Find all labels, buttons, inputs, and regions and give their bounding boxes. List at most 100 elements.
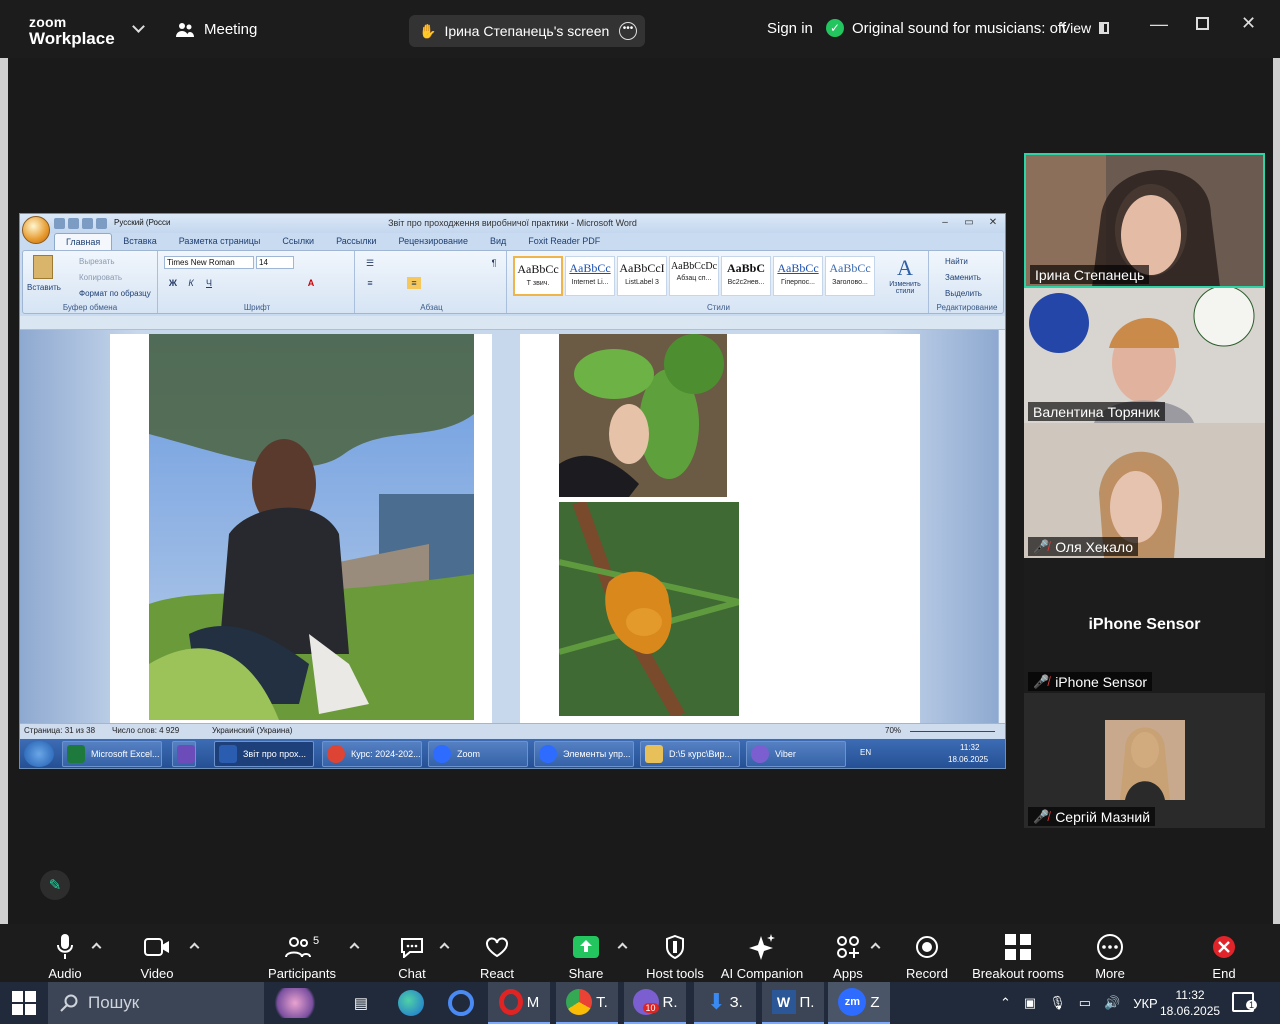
- remote-task-vs[interactable]: [172, 741, 196, 767]
- video-tile-serhii[interactable]: 🎤̸ Сергій Мазний: [1024, 693, 1265, 828]
- print-icon[interactable]: [96, 218, 107, 229]
- close-icon[interactable]: ✕: [1241, 13, 1256, 34]
- remote-task-elements[interactable]: Элементы упр...: [534, 741, 634, 767]
- taskbar-chrome[interactable]: T.: [556, 982, 618, 1024]
- remote-task-viber[interactable]: Viber: [746, 741, 846, 767]
- remote-task-folder[interactable]: D:\5 курс\Вир...: [640, 741, 740, 767]
- bullets-button[interactable]: ☰: [363, 257, 377, 269]
- font-size-combo[interactable]: 14: [256, 256, 294, 269]
- chevron-down-icon[interactable]: [132, 20, 145, 33]
- taskbar-viber[interactable]: 10 R.: [624, 982, 686, 1024]
- participants-options-caret[interactable]: [349, 942, 360, 953]
- horizontal-ruler[interactable]: [20, 316, 1005, 330]
- select-button[interactable]: Выделить: [945, 289, 982, 298]
- video-tile-iphone-sensor[interactable]: iPhone Sensor 🎤̸ iPhone Sensor: [1024, 558, 1265, 693]
- save-icon[interactable]: [54, 218, 65, 229]
- copy-button[interactable]: Копировать: [79, 273, 122, 282]
- tab-home[interactable]: Главная: [54, 233, 113, 250]
- maximize-icon[interactable]: [1196, 17, 1209, 30]
- cut-button[interactable]: Вырезать: [79, 257, 115, 266]
- office-button-icon[interactable]: [22, 216, 50, 244]
- remote-task-chrome[interactable]: Курс: 2024-202...: [322, 741, 422, 767]
- remote-task-zoom[interactable]: Zoom: [428, 741, 528, 767]
- end-button[interactable]: End: [1184, 934, 1264, 981]
- more-options-icon[interactable]: •••: [619, 22, 637, 40]
- document-area[interactable]: [20, 330, 998, 724]
- apps-button[interactable]: Apps: [808, 934, 888, 981]
- ai-companion-button[interactable]: AI Companion: [712, 934, 812, 981]
- zoom-workplace-logo[interactable]: zoom Workplace: [29, 15, 115, 47]
- breakout-rooms-button[interactable]: Breakout rooms: [968, 934, 1068, 981]
- word-minimize-icon[interactable]: –: [934, 216, 956, 230]
- underline-button[interactable]: Ч: [202, 277, 216, 289]
- language-indicator[interactable]: УКР: [1133, 996, 1158, 1011]
- tab-foxit[interactable]: Foxit Reader PDF: [517, 233, 611, 250]
- more-button[interactable]: More: [1070, 934, 1150, 981]
- minimize-icon[interactable]: —: [1150, 14, 1168, 35]
- audio-button[interactable]: Audio: [25, 934, 105, 981]
- pilcrow-button[interactable]: ¶: [487, 257, 501, 269]
- style-heading[interactable]: AaBbCc Заголово...: [825, 256, 875, 296]
- taskbar-browser[interactable]: [430, 982, 492, 1024]
- style-listlabel[interactable]: AaBbCcI ListLabel 3: [617, 256, 667, 296]
- style-hyperlink[interactable]: AaBbCc Гіперпос...: [773, 256, 823, 296]
- screen-share-indicator[interactable]: ✋ Ірина Степанець's screen •••: [409, 15, 645, 47]
- font-color-button[interactable]: A: [304, 277, 318, 289]
- font-name-combo[interactable]: Times New Roman: [164, 256, 254, 269]
- remote-task-excel[interactable]: Microsoft Excel...: [62, 741, 162, 767]
- tab-mailings[interactable]: Рассылки: [325, 233, 387, 250]
- react-button[interactable]: React: [457, 934, 537, 981]
- style-internet-link[interactable]: AaBbCc Internet Li...: [565, 256, 615, 296]
- host-tools-button[interactable]: Host tools: [635, 934, 715, 981]
- word-close-icon[interactable]: ✕: [982, 216, 1004, 230]
- chevron-up-icon[interactable]: ⌃: [1000, 995, 1011, 1011]
- volume-icon[interactable]: 🔊: [1104, 995, 1120, 1011]
- video-tile-valentyna[interactable]: Валентина Торяник: [1024, 288, 1265, 423]
- tab-page-layout[interactable]: Разметка страницы: [168, 233, 272, 250]
- original-sound-toggle[interactable]: ✓ Original sound for musicians: off: [826, 19, 1066, 37]
- camera-tray-icon[interactable]: ▣: [1024, 995, 1036, 1011]
- paste-button[interactable]: Вставить: [27, 283, 61, 292]
- redo-icon[interactable]: [82, 218, 93, 229]
- format-painter-button[interactable]: Формат по образцу: [79, 289, 151, 298]
- style-bold[interactable]: AaBbC Вс2с2нев...: [721, 256, 771, 296]
- remote-task-word[interactable]: Звіт про прох...: [214, 741, 314, 767]
- taskbar-zoom[interactable]: zm Z: [828, 982, 890, 1024]
- taskbar-clock[interactable]: 11:32 18.06.2025: [1160, 987, 1220, 1019]
- sign-in-button[interactable]: Sign in: [767, 20, 813, 37]
- remote-start-button[interactable]: [24, 741, 54, 767]
- replace-button[interactable]: Заменить: [945, 273, 981, 282]
- find-button[interactable]: Найти: [945, 257, 968, 266]
- bold-button[interactable]: Ж: [166, 277, 180, 289]
- chat-button[interactable]: Chat: [372, 934, 452, 981]
- change-styles-button[interactable]: A Изменить стили: [883, 255, 927, 295]
- participants-button[interactable]: 5 Participants: [262, 934, 342, 981]
- video-button[interactable]: Video: [117, 934, 197, 981]
- align-left-button[interactable]: ≡: [363, 277, 377, 289]
- notification-center-icon[interactable]: 1: [1232, 992, 1258, 1012]
- word-restore-icon[interactable]: ▭: [958, 216, 980, 230]
- annotate-pencil-icon[interactable]: ✎: [40, 870, 70, 900]
- video-tile-iryna[interactable]: Ірина Степанець: [1024, 153, 1265, 288]
- share-button[interactable]: Share: [546, 934, 626, 981]
- tab-references[interactable]: Ссылки: [271, 233, 325, 250]
- taskbar-word[interactable]: W П.: [762, 982, 824, 1024]
- network-icon[interactable]: ▭: [1079, 995, 1091, 1011]
- taskbar-download-app[interactable]: ⬇ З.: [694, 982, 756, 1024]
- italic-button[interactable]: К: [184, 277, 198, 289]
- microphone-tray-icon[interactable]: 🎙: [1049, 995, 1066, 1011]
- view-button[interactable]: View: [1061, 20, 1110, 36]
- justify-button[interactable]: ≡: [407, 277, 421, 289]
- record-button[interactable]: Record: [887, 934, 967, 981]
- remote-lang[interactable]: EN: [860, 748, 871, 757]
- paste-icon[interactable]: [33, 255, 53, 279]
- undo-icon[interactable]: [68, 218, 79, 229]
- style-normal[interactable]: AaBbCc Т звич.: [513, 256, 563, 296]
- meeting-menu[interactable]: Meeting: [176, 21, 257, 38]
- windows-start-icon[interactable]: [12, 991, 36, 1015]
- taskbar-opera[interactable]: M: [488, 982, 550, 1024]
- vertical-scrollbar[interactable]: [998, 330, 1005, 723]
- style-list-paragraph[interactable]: AaBbCcDc Абзац сп...: [669, 256, 719, 296]
- zoom-slider[interactable]: [910, 731, 995, 732]
- taskbar-search-box[interactable]: Пошук: [48, 982, 264, 1024]
